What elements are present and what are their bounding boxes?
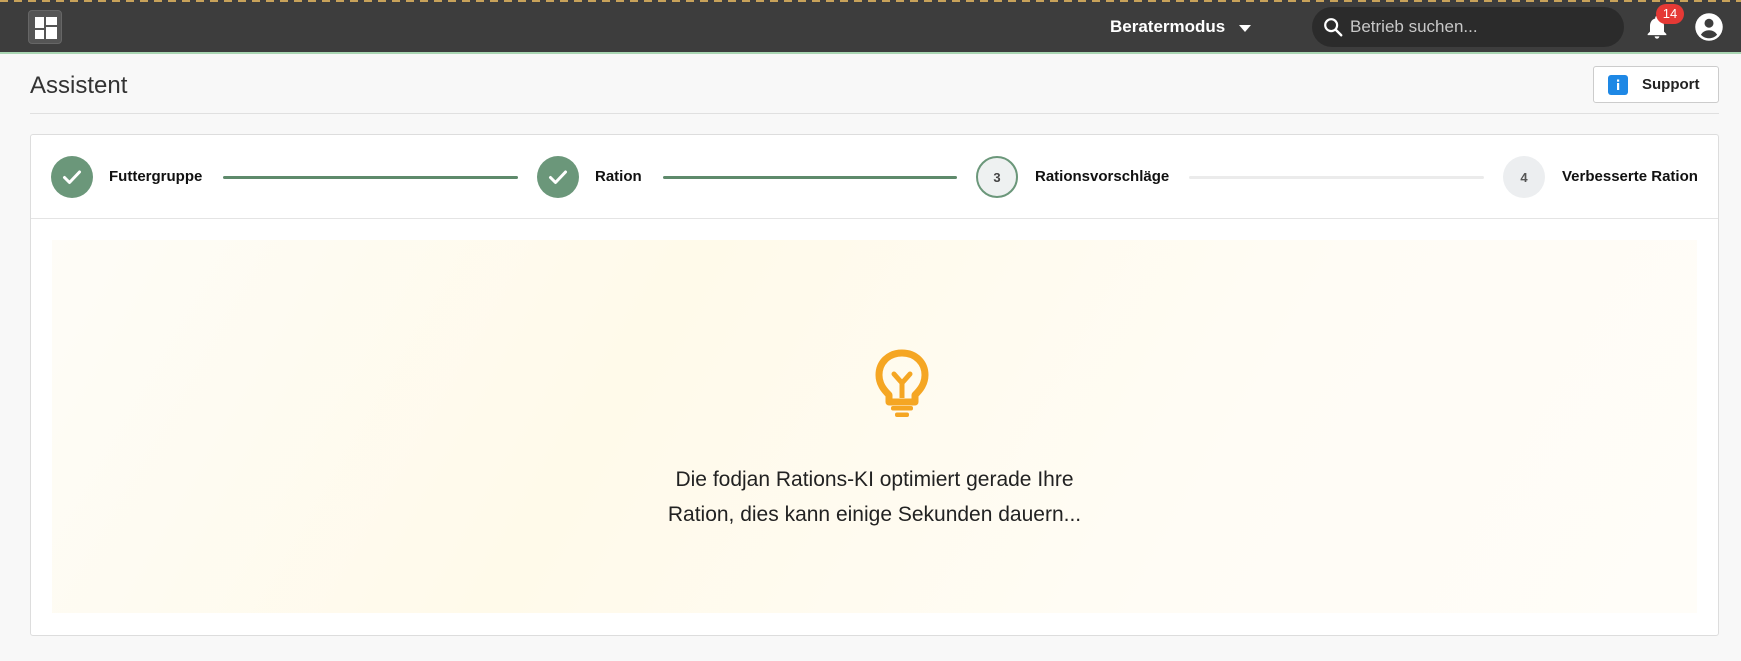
step-2-label: Ration [595,168,642,185]
step-4-label: Verbesserte Ration [1562,168,1698,185]
check-icon [63,170,81,184]
step-3-circle[interactable]: 3 [976,156,1018,198]
loading-message-line-1: Die fodjan Rations-KI optimiert gerade I… [675,468,1074,491]
info-icon [1608,74,1628,95]
header-divider [30,113,1719,114]
top-bar: Beratermodus 14 [0,0,1741,54]
lightbulb-icon [875,349,929,417]
page-title: Assistent [30,72,128,99]
step-3-label: Rationsvorschläge [1035,168,1170,185]
mode-label: Beratermodus [1110,17,1226,36]
mode-dropdown[interactable]: Beratermodus [1110,0,1252,54]
search-icon [1320,14,1346,40]
step-1-circle[interactable] [51,156,93,198]
step-connector-2 [663,176,957,179]
dashboard-grid-icon[interactable] [28,10,62,44]
search-input[interactable] [1350,17,1610,37]
assistant-card: Futtergruppe Ration 3 Rationsvorschläge … [30,134,1719,636]
caret-down-icon [1239,24,1252,32]
stepper: Futtergruppe Ration 3 Rationsvorschläge … [31,135,1718,219]
notification-badge: 14 [1656,4,1684,24]
support-label: Support [1642,76,1700,93]
step-connector-1 [223,176,518,179]
search-box [1312,7,1624,47]
step-2-circle[interactable] [537,156,579,198]
step-4-circle[interactable]: 4 [1503,156,1545,198]
check-icon [549,170,567,184]
top-stripe [0,0,1741,2]
loading-message-line-2: Ration, dies kann einige Sekunden dauern… [667,503,1082,526]
account-icon[interactable] [1694,12,1724,42]
step-1-label: Futtergruppe [109,168,203,185]
support-button[interactable]: Support [1593,66,1719,103]
step-connector-3 [1189,176,1484,179]
loading-panel: Die fodjan Rations-KI optimiert gerade I… [52,240,1697,613]
